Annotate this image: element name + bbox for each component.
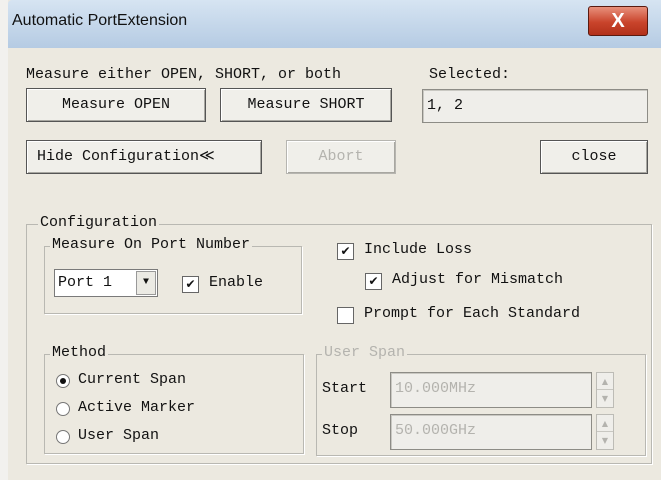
measure-open-button[interactable]: Measure OPEN — [26, 88, 206, 122]
chevron-down-icon[interactable]: ▼ — [136, 271, 156, 295]
method-option-label: Active Marker — [78, 399, 196, 416]
stop-label: Stop — [322, 422, 359, 439]
include-loss-label: Include Loss — [364, 241, 473, 258]
stop-frequency-field: 50.000GHz — [390, 414, 592, 450]
window-close-button[interactable]: X — [588, 6, 648, 36]
spin-up-icon: ▲ — [597, 373, 613, 390]
dialog-body: Measure either OPEN, SHORT, or both Sele… — [22, 50, 657, 480]
method-legend: Method — [50, 344, 109, 361]
close-icon: X — [611, 10, 625, 32]
prompt-each-standard-label: Prompt for Each Standard — [364, 305, 581, 322]
adjust-mismatch-checkbox[interactable]: ✔ — [365, 273, 382, 290]
measure-instruction: Measure either OPEN, SHORT, or both — [26, 66, 342, 83]
window-title: Automatic PortExtension — [12, 12, 188, 29]
radio-user-span[interactable] — [56, 430, 70, 444]
start-spinner: ▲ ▼ — [596, 372, 614, 408]
spin-down-icon: ▼ — [601, 394, 609, 403]
measure-short-button[interactable]: Measure SHORT — [220, 88, 392, 122]
include-loss-checkbox[interactable]: ✔ — [337, 243, 354, 260]
automatic-port-extension-dialog: Automatic PortExtension X Measure either… — [8, 0, 661, 480]
enable-checkbox[interactable]: ✔ — [182, 276, 199, 293]
selected-ports-field: 1, 2 — [422, 89, 648, 123]
configuration-legend: Configuration — [38, 214, 160, 231]
close-button[interactable]: close — [540, 140, 648, 174]
enable-label: Enable — [209, 274, 264, 291]
prompt-each-standard-checkbox[interactable] — [337, 307, 354, 324]
selected-label: Selected: — [429, 66, 511, 83]
spin-up-icon: ▲ — [597, 415, 613, 432]
radio-active-marker[interactable] — [56, 402, 70, 416]
start-frequency-field: 10.000MHz — [390, 372, 592, 408]
method-option-label: User Span — [78, 427, 160, 444]
port-select[interactable]: Port 1 ▼ — [54, 269, 158, 297]
spin-down-icon: ▼ — [601, 436, 609, 445]
user-span-legend: User Span — [322, 344, 408, 361]
abort-button: Abort — [286, 140, 396, 174]
start-label: Start — [322, 380, 368, 397]
radio-selected-dot — [60, 378, 66, 384]
port-select-value: Port 1 — [58, 274, 113, 291]
method-option-label: Current Span — [78, 371, 187, 388]
title-bar[interactable]: Automatic PortExtension X — [8, 0, 661, 48]
port-number-legend: Measure On Port Number — [50, 236, 253, 253]
adjust-mismatch-label: Adjust for Mismatch — [392, 271, 564, 288]
stop-spinner: ▲ ▼ — [596, 414, 614, 450]
radio-current-span[interactable] — [56, 374, 70, 388]
hide-configuration-button[interactable]: Hide Configuration≪ — [26, 140, 262, 174]
